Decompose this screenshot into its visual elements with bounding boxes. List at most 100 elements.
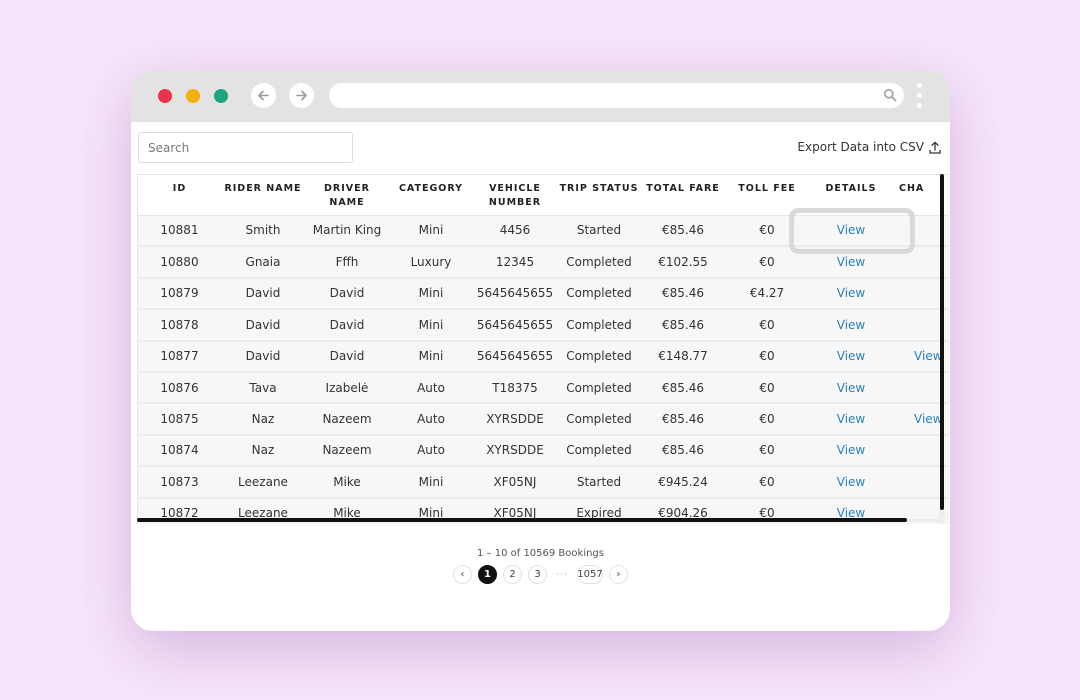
cell-driver: Fffh	[305, 246, 389, 279]
cell-driver: David	[305, 340, 389, 373]
table-row[interactable]: 10878 David David Mini 5645645655 Completed €8…	[138, 309, 949, 342]
view-details-link[interactable]: View	[809, 340, 893, 373]
column-header-category: CATEGORY	[389, 175, 473, 216]
pagination-ellipsis: ···	[556, 569, 568, 580]
cell-vehicle: XF05NJ	[473, 466, 557, 499]
table-header-row: ID RIDER NAME DRIVER NAME CATEGORY VEHICLE N…	[138, 175, 949, 216]
table-row[interactable]: 10874 Naz Nazeem Auto XYRSDDE Completed €85.46…	[138, 434, 949, 468]
table-row[interactable]: 10881 Smith Martin King Mini 4456 Started €85.…	[138, 215, 949, 248]
export-csv-label: Export Data into CSV	[797, 140, 924, 154]
cell-fare: €148.77	[641, 340, 725, 373]
view-details-link[interactable]: View	[809, 277, 893, 311]
export-csv-button[interactable]: Export Data into CSV	[797, 138, 941, 156]
cell-category: Mini	[389, 215, 473, 248]
cell-category: Auto	[389, 371, 473, 405]
cell-status: Completed	[557, 277, 641, 311]
minimize-window-dot[interactable]	[186, 89, 200, 103]
table-row[interactable]: 10879 David David Mini 5645645655 Completed €8…	[138, 277, 949, 311]
page-button-3[interactable]: 3	[528, 565, 547, 584]
cell-toll: €0	[725, 466, 809, 499]
column-header-vehicle: VEHICLE NUMBER	[473, 175, 557, 216]
next-page-button[interactable]: ›	[609, 565, 628, 584]
column-header-fare: TOTAL FARE	[641, 175, 725, 216]
cell-rider: David	[221, 309, 305, 342]
maximize-window-dot[interactable]	[214, 89, 228, 103]
table-row[interactable]: 10880 Gnaia Fffh Luxury 12345 Completed €102.5…	[138, 246, 949, 279]
close-window-dot[interactable]	[158, 89, 172, 103]
cell-id: 10879	[138, 277, 221, 311]
table-row[interactable]: 10876 Tava Izabelė Auto T18375 Completed €85.4…	[138, 371, 949, 405]
cell-toll: €0	[725, 309, 809, 342]
cell-status: Completed	[557, 309, 641, 342]
column-header-rider: RIDER NAME	[221, 175, 305, 216]
cell-id: 10878	[138, 309, 221, 342]
cell-category: Mini	[389, 466, 473, 499]
cell-rider: David	[221, 340, 305, 373]
upload-icon	[929, 141, 941, 154]
cell-vehicle: 5645645655	[473, 309, 557, 342]
cell-rider: Tava	[221, 371, 305, 405]
view-details-link[interactable]: View	[809, 309, 893, 342]
cell-category: Auto	[389, 434, 473, 468]
cell-status: Started	[557, 466, 641, 499]
view-details-link[interactable]: View	[809, 371, 893, 405]
view-details-link[interactable]: View	[809, 403, 893, 436]
search-icon[interactable]	[883, 88, 897, 102]
view-details-link[interactable]: View	[809, 246, 893, 279]
cell-rider: Naz	[221, 434, 305, 468]
forward-button[interactable]	[289, 83, 314, 108]
cell-fare: €945.24	[641, 466, 725, 499]
cell-vehicle: 12345	[473, 246, 557, 279]
page-button-1[interactable]: 1	[478, 565, 497, 584]
cell-status: Completed	[557, 246, 641, 279]
address-bar[interactable]	[329, 83, 904, 108]
cell-vehicle: 5645645655	[473, 277, 557, 311]
arrow-left-icon	[258, 90, 269, 101]
view-details-link[interactable]: View	[809, 434, 893, 468]
cell-category: Mini	[389, 277, 473, 311]
last-page-button[interactable]: 1057	[577, 565, 603, 584]
page-button-2[interactable]: 2	[503, 565, 522, 584]
cell-fare: €85.46	[641, 403, 725, 436]
cell-status: Started	[557, 215, 641, 248]
cell-rider: Naz	[221, 403, 305, 436]
view-details-link[interactable]: View	[809, 466, 893, 499]
cell-id: 10876	[138, 371, 221, 405]
pagination: ‹ 1 2 3 ··· 1057 ›	[453, 565, 628, 584]
cell-status: Completed	[557, 340, 641, 373]
pagination-summary: 1 – 10 of 10569 Bookings	[477, 548, 604, 559]
horizontal-scroll-track	[907, 519, 940, 522]
prev-page-button[interactable]: ‹	[453, 565, 472, 584]
vertical-scrollbar[interactable]	[940, 174, 944, 510]
cell-driver: Izabelė	[305, 371, 389, 405]
cell-toll: €0	[725, 340, 809, 373]
cell-status: Completed	[557, 403, 641, 436]
view-details-link[interactable]: View	[809, 215, 893, 248]
cell-toll: €0	[725, 434, 809, 468]
cell-category: Mini	[389, 340, 473, 373]
cell-driver: Mike	[305, 466, 389, 499]
cell-toll: €0	[725, 371, 809, 405]
cell-driver: Martin King	[305, 215, 389, 248]
table-row[interactable]: 10873 Leezane Mike Mini XF05NJ Started €945.24…	[138, 466, 949, 499]
kebab-menu-icon[interactable]	[917, 83, 923, 109]
cell-driver: Nazeem	[305, 434, 389, 468]
cell-driver: David	[305, 309, 389, 342]
cell-rider: Gnaia	[221, 246, 305, 279]
horizontal-scrollbar[interactable]	[137, 518, 907, 522]
table-row[interactable]: 10877 David David Mini 5645645655 Completed €1…	[138, 340, 949, 373]
search-input[interactable]	[138, 132, 353, 163]
column-header-driver: DRIVER NAME	[305, 175, 389, 216]
cell-toll: €0	[725, 403, 809, 436]
bookings-table-container: ID RIDER NAME DRIVER NAME CATEGORY VEHICLE N…	[137, 174, 949, 524]
table-row[interactable]: 10875 Naz Nazeem Auto XYRSDDE Completed €85.46…	[138, 403, 949, 436]
cell-vehicle: XYRSDDE	[473, 403, 557, 436]
column-header-id: ID	[138, 175, 221, 216]
bookings-table: ID RIDER NAME DRIVER NAME CATEGORY VEHICLE N…	[138, 175, 949, 524]
cell-driver: Nazeem	[305, 403, 389, 436]
cell-status: Completed	[557, 434, 641, 468]
cell-id: 10874	[138, 434, 221, 468]
cell-vehicle: 5645645655	[473, 340, 557, 373]
cell-category: Luxury	[389, 246, 473, 279]
back-button[interactable]	[251, 83, 276, 108]
